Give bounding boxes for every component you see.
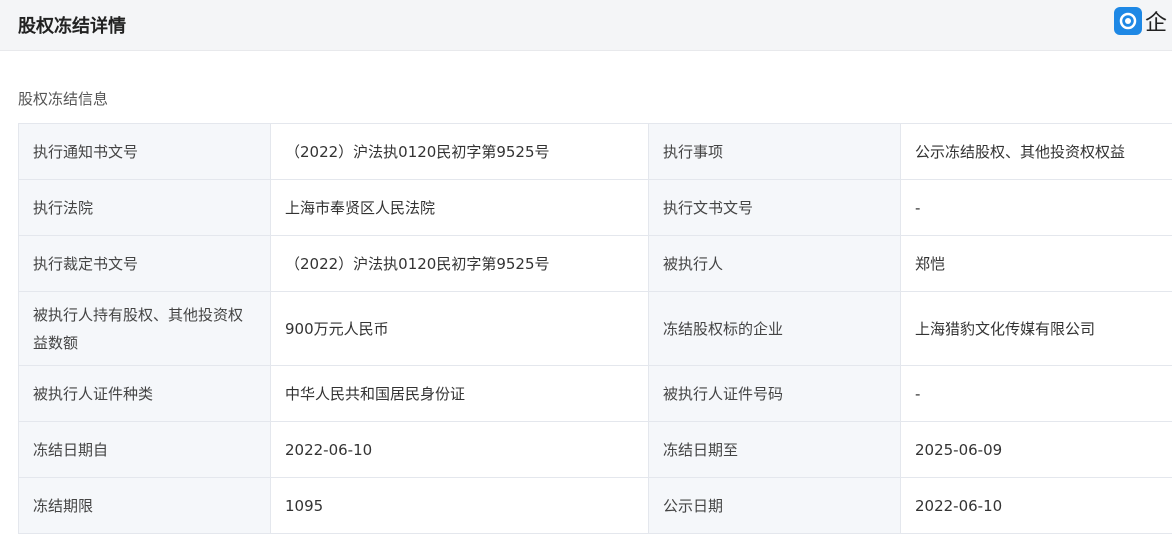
publish-date-value: 2022-06-10 xyxy=(900,477,1172,534)
table-row: 执行法院 上海市奉贤区人民法院 执行文书文号 - xyxy=(18,179,1172,236)
label-id-type: 被执行人证件种类 xyxy=(18,365,271,422)
label-doc-no: 执行文书文号 xyxy=(648,179,901,236)
table-row: 被执行人证件种类 中华人民共和国居民身份证 被执行人证件号码 - xyxy=(18,365,1172,422)
person-link[interactable]: 郑恺 xyxy=(900,235,1172,292)
brand-text: 企 xyxy=(1145,11,1168,36)
table-row: 冻结期限 1095 公示日期 2022-06-10 xyxy=(18,477,1172,534)
page-header: 股权冻结详情 企 xyxy=(0,0,1172,51)
label-ruling-no: 执行裁定书文号 xyxy=(18,235,271,292)
label-freeze-to: 冻结日期至 xyxy=(648,421,901,478)
section-title: 股权冻结信息 xyxy=(18,90,109,108)
id-no-value: - xyxy=(900,365,1172,422)
notice-no-link[interactable]: （2022）沪法执0120民初字第9525号 xyxy=(270,123,649,180)
page-title: 股权冻结详情 xyxy=(18,16,126,37)
court-value: 上海市奉贤区人民法院 xyxy=(270,179,649,236)
freeze-term-value: 1095 xyxy=(270,477,649,534)
target-company-link[interactable]: 上海猎豹文化传媒有限公司 xyxy=(900,291,1172,366)
ruling-no-link[interactable]: （2022）沪法执0120民初字第9525号 xyxy=(270,235,649,292)
table-row: 执行裁定书文号 （2022）沪法执0120民初字第9525号 被执行人 郑恺 xyxy=(18,235,1172,292)
label-equity-amount: 被执行人持有股权、其他投资权益数额 xyxy=(18,291,271,366)
doc-no-value: - xyxy=(900,179,1172,236)
label-freeze-term: 冻结期限 xyxy=(18,477,271,534)
label-target-company: 冻结股权标的企业 xyxy=(648,291,901,366)
label-person: 被执行人 xyxy=(648,235,901,292)
freeze-from-value: 2022-06-10 xyxy=(270,421,649,478)
table-row: 执行通知书文号 （2022）沪法执0120民初字第9525号 执行事项 公示冻结… xyxy=(18,123,1172,180)
brand: 企 xyxy=(1114,4,1167,38)
label-court: 执行法院 xyxy=(18,179,271,236)
freeze-to-value: 2025-06-09 xyxy=(900,421,1172,478)
label-notice-no: 执行通知书文号 xyxy=(18,123,271,180)
info-table: 执行通知书文号 （2022）沪法执0120民初字第9525号 执行事项 公示冻结… xyxy=(18,123,1172,534)
label-matter: 执行事项 xyxy=(648,123,901,180)
label-publish-date: 公示日期 xyxy=(648,477,901,534)
brand-logo-icon xyxy=(1114,7,1142,35)
label-freeze-from: 冻结日期自 xyxy=(18,421,271,478)
id-type-value: 中华人民共和国居民身份证 xyxy=(270,365,649,422)
equity-amount-value: 900万元人民币 xyxy=(270,291,649,366)
label-id-no: 被执行人证件号码 xyxy=(648,365,901,422)
table-row: 冻结日期自 2022-06-10 冻结日期至 2025-06-09 xyxy=(18,421,1172,478)
table-row: 被执行人持有股权、其他投资权益数额 900万元人民币 冻结股权标的企业 上海猎豹… xyxy=(18,291,1172,366)
matter-value: 公示冻结股权、其他投资权权益 xyxy=(900,123,1172,180)
